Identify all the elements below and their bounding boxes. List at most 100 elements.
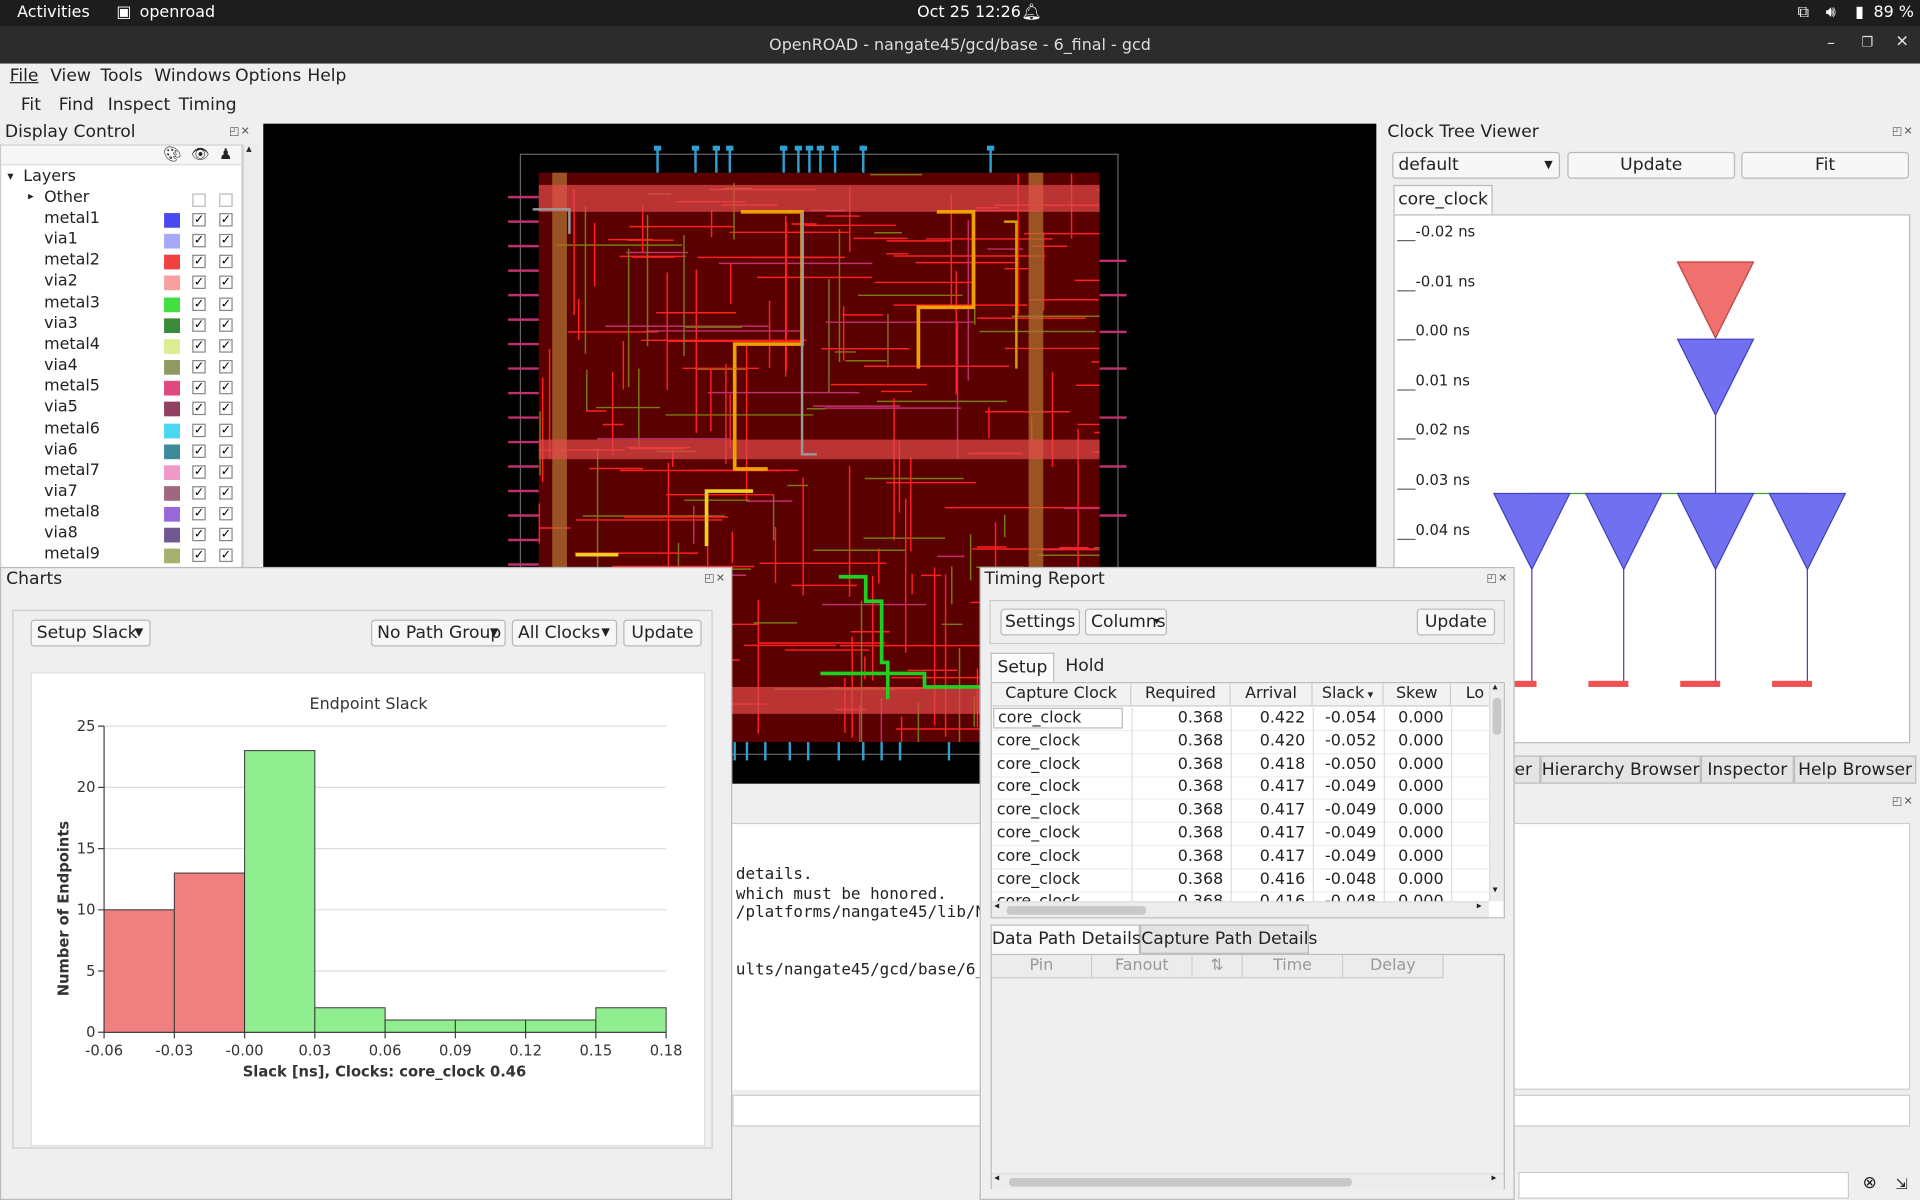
layer-label-metal9[interactable]: metal9	[44, 545, 100, 563]
register-sink[interactable]	[1708, 680, 1715, 687]
menu-tools[interactable]: Tools	[100, 66, 142, 86]
inspect-button[interactable]: Inspect	[108, 96, 170, 116]
register-sink[interactable]	[1697, 680, 1704, 687]
register-sink[interactable]	[1691, 680, 1698, 687]
layer-label-via8[interactable]: via8	[44, 524, 78, 542]
expand-other-icon[interactable]: ▸	[28, 191, 34, 203]
dock-buttons[interactable]: ◰✕	[229, 126, 251, 138]
layer-label-via5[interactable]: via5	[44, 398, 78, 416]
layer-visible-checkbox[interactable]: ✓	[192, 444, 206, 458]
register-sink[interactable]	[1783, 680, 1790, 687]
clock-select[interactable]: default ▼	[1392, 151, 1561, 179]
dock-buttons[interactable]: ◰✕	[704, 573, 726, 585]
register-sink[interactable]	[1788, 680, 1796, 687]
layer-visible-checkbox[interactable]: ✓	[192, 213, 206, 227]
histogram-bar[interactable]	[314, 1007, 386, 1033]
table-row[interactable]: core_clock 0.368 0.416 -0.048 0.000	[991, 868, 1489, 893]
layer-visible-checkbox[interactable]: ✓	[192, 234, 206, 248]
find-button[interactable]: Find	[59, 96, 94, 116]
layer-color-swatch[interactable]	[164, 255, 181, 270]
histogram-bar[interactable]	[244, 750, 316, 1033]
clock-leaf-buffer[interactable]	[1492, 492, 1571, 571]
layer-visible-checkbox[interactable]: ✓	[192, 486, 206, 500]
layer-color-swatch[interactable]	[164, 360, 181, 375]
table-row[interactable]: core_clock 0.368 0.417 -0.049 0.000	[991, 822, 1489, 847]
expand-icon[interactable]: ⇲	[1896, 1176, 1908, 1193]
other-select-checkbox[interactable]	[219, 193, 233, 207]
table-h-scrollbar[interactable]: ◂ ▸	[991, 900, 1489, 918]
layer-label-metal4[interactable]: metal4	[44, 335, 100, 353]
menu-view[interactable]: View	[50, 66, 91, 86]
detail-column-header[interactable]: Delay	[1343, 955, 1444, 979]
tab-inspector[interactable]: Inspector	[1700, 755, 1794, 784]
layer-label-metal7[interactable]: metal7	[44, 461, 100, 479]
histogram-bar[interactable]	[173, 872, 246, 1033]
path-group-select[interactable]: No Path Group ▼	[371, 619, 506, 647]
clock-update-button[interactable]: Update	[1567, 151, 1736, 179]
layer-color-swatch[interactable]	[164, 297, 181, 312]
clock-leaf-buffer[interactable]	[1676, 492, 1755, 571]
layer-color-swatch[interactable]	[164, 486, 181, 501]
table-v-scrollbar[interactable]: ▴ ▾	[1488, 683, 1504, 902]
clock-buffer[interactable]	[1676, 338, 1755, 417]
layers-root[interactable]: Layers	[23, 168, 76, 186]
register-sink[interactable]	[1777, 680, 1784, 687]
layer-color-swatch[interactable]	[164, 402, 181, 417]
table-row[interactable]: core_clock 0.368 0.420 -0.052 0.000	[991, 730, 1489, 755]
layer-select-checkbox[interactable]: ✓	[219, 234, 233, 248]
layer-select-checkbox[interactable]: ✓	[219, 213, 233, 227]
layer-color-swatch[interactable]	[164, 423, 181, 438]
table-row[interactable]: core_clock 0.368 0.422 -0.054 0.000	[991, 707, 1489, 732]
command-line[interactable]	[732, 1094, 990, 1127]
column-header[interactable]: Skew	[1383, 683, 1452, 707]
register-sink[interactable]	[1714, 680, 1721, 687]
timing-update-button[interactable]: Update	[1416, 608, 1496, 636]
layer-select-checkbox[interactable]: ✓	[219, 549, 233, 563]
layer-label-metal2[interactable]: metal2	[44, 251, 100, 269]
detail-column-header[interactable]: ⇅	[1192, 955, 1243, 979]
register-sink[interactable]	[1805, 680, 1813, 687]
layer-label-metal3[interactable]: metal3	[44, 293, 100, 311]
layer-select-checkbox[interactable]: ✓	[219, 444, 233, 458]
histogram-bar[interactable]	[103, 909, 175, 1033]
register-sink[interactable]	[1594, 680, 1601, 687]
layer-label-via1[interactable]: via1	[44, 230, 78, 248]
layer-visible-checkbox[interactable]: ✓	[192, 276, 206, 290]
table-row[interactable]: core_clock 0.368 0.418 -0.050 0.000	[991, 753, 1489, 778]
register-sink[interactable]	[1685, 680, 1693, 687]
register-sink[interactable]	[1616, 680, 1623, 687]
layer-color-swatch[interactable]	[164, 339, 181, 354]
layer-select-checkbox[interactable]: ✓	[219, 528, 233, 542]
layer-visible-checkbox[interactable]: ✓	[192, 255, 206, 269]
path-details-table[interactable]: Pin Fanout ⇅ Time Delay ◂ ▸	[990, 953, 1505, 1189]
expand-layers-icon[interactable]: ▾	[7, 170, 13, 183]
clock-root-buffer[interactable]	[1676, 261, 1755, 340]
layer-label-via4[interactable]: via4	[44, 356, 78, 374]
layer-color-swatch[interactable]	[164, 318, 181, 333]
layer-visible-checkbox[interactable]: ✓	[192, 318, 206, 332]
layer-select-checkbox[interactable]: ✓	[219, 297, 233, 311]
tab-hierarchy-browser[interactable]: Hierarchy Browser	[1540, 755, 1701, 784]
network-icon[interactable]: ⧉	[1798, 4, 1809, 22]
detail-column-header[interactable]: Time	[1242, 955, 1344, 979]
layer-select-checkbox[interactable]: ✓	[219, 318, 233, 332]
layer-visible-checkbox[interactable]: ✓	[192, 423, 206, 437]
layer-label-via3[interactable]: via3	[44, 314, 78, 332]
tab-capture-path-details[interactable]: Capture Path Details	[1140, 924, 1317, 954]
clock-fit-button[interactable]: Fit	[1741, 151, 1909, 179]
search-field[interactable]	[1518, 1171, 1849, 1199]
detail-column-header[interactable]: Pin	[991, 955, 1093, 979]
layer-visible-checkbox[interactable]: ✓	[192, 507, 206, 521]
tab-hold[interactable]: Hold	[1054, 653, 1115, 682]
table-row[interactable]: core_clock 0.368 0.417 -0.049 0.000	[991, 776, 1489, 801]
clear-icon[interactable]: ⊗	[1862, 1173, 1876, 1193]
layer-visible-checkbox[interactable]: ✓	[192, 549, 206, 563]
layer-visible-checkbox[interactable]: ✓	[192, 339, 206, 353]
clock-leaf-buffer[interactable]	[1584, 492, 1663, 571]
menu-options[interactable]: Options	[235, 66, 301, 86]
layer-select-checkbox[interactable]: ✓	[219, 339, 233, 353]
layer-visible-checkbox[interactable]: ✓	[192, 465, 206, 479]
other-visible-checkbox[interactable]	[192, 193, 206, 207]
layers-scrollbar[interactable]: ▴	[242, 143, 260, 569]
layer-label-metal5[interactable]: metal5	[44, 377, 100, 395]
